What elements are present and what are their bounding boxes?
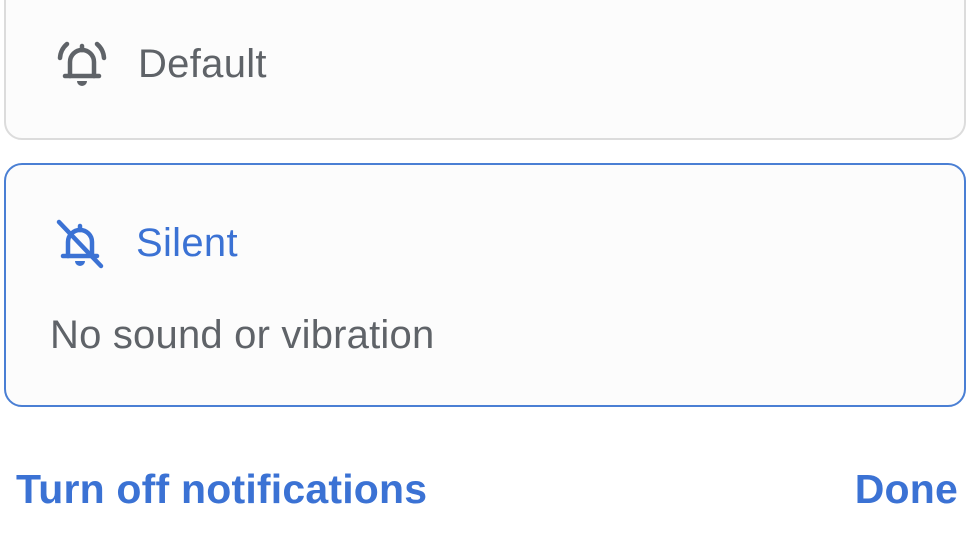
- silent-option-label: Silent: [136, 220, 238, 265]
- notification-settings-dialog: Default Silent No sound or vibration Tur…: [0, 0, 970, 546]
- bell-off-icon: [50, 213, 110, 273]
- default-option-label: Default: [138, 41, 267, 86]
- default-option-row: Default: [52, 34, 267, 94]
- silent-option-card[interactable]: Silent No sound or vibration: [4, 163, 966, 407]
- silent-option-description: No sound or vibration: [50, 313, 435, 357]
- default-option-card[interactable]: Default: [4, 0, 966, 140]
- silent-option-row: Silent: [50, 213, 238, 273]
- turn-off-notifications-button[interactable]: Turn off notifications: [16, 466, 427, 513]
- done-button[interactable]: Done: [855, 466, 958, 513]
- bell-ringing-icon: [52, 34, 112, 94]
